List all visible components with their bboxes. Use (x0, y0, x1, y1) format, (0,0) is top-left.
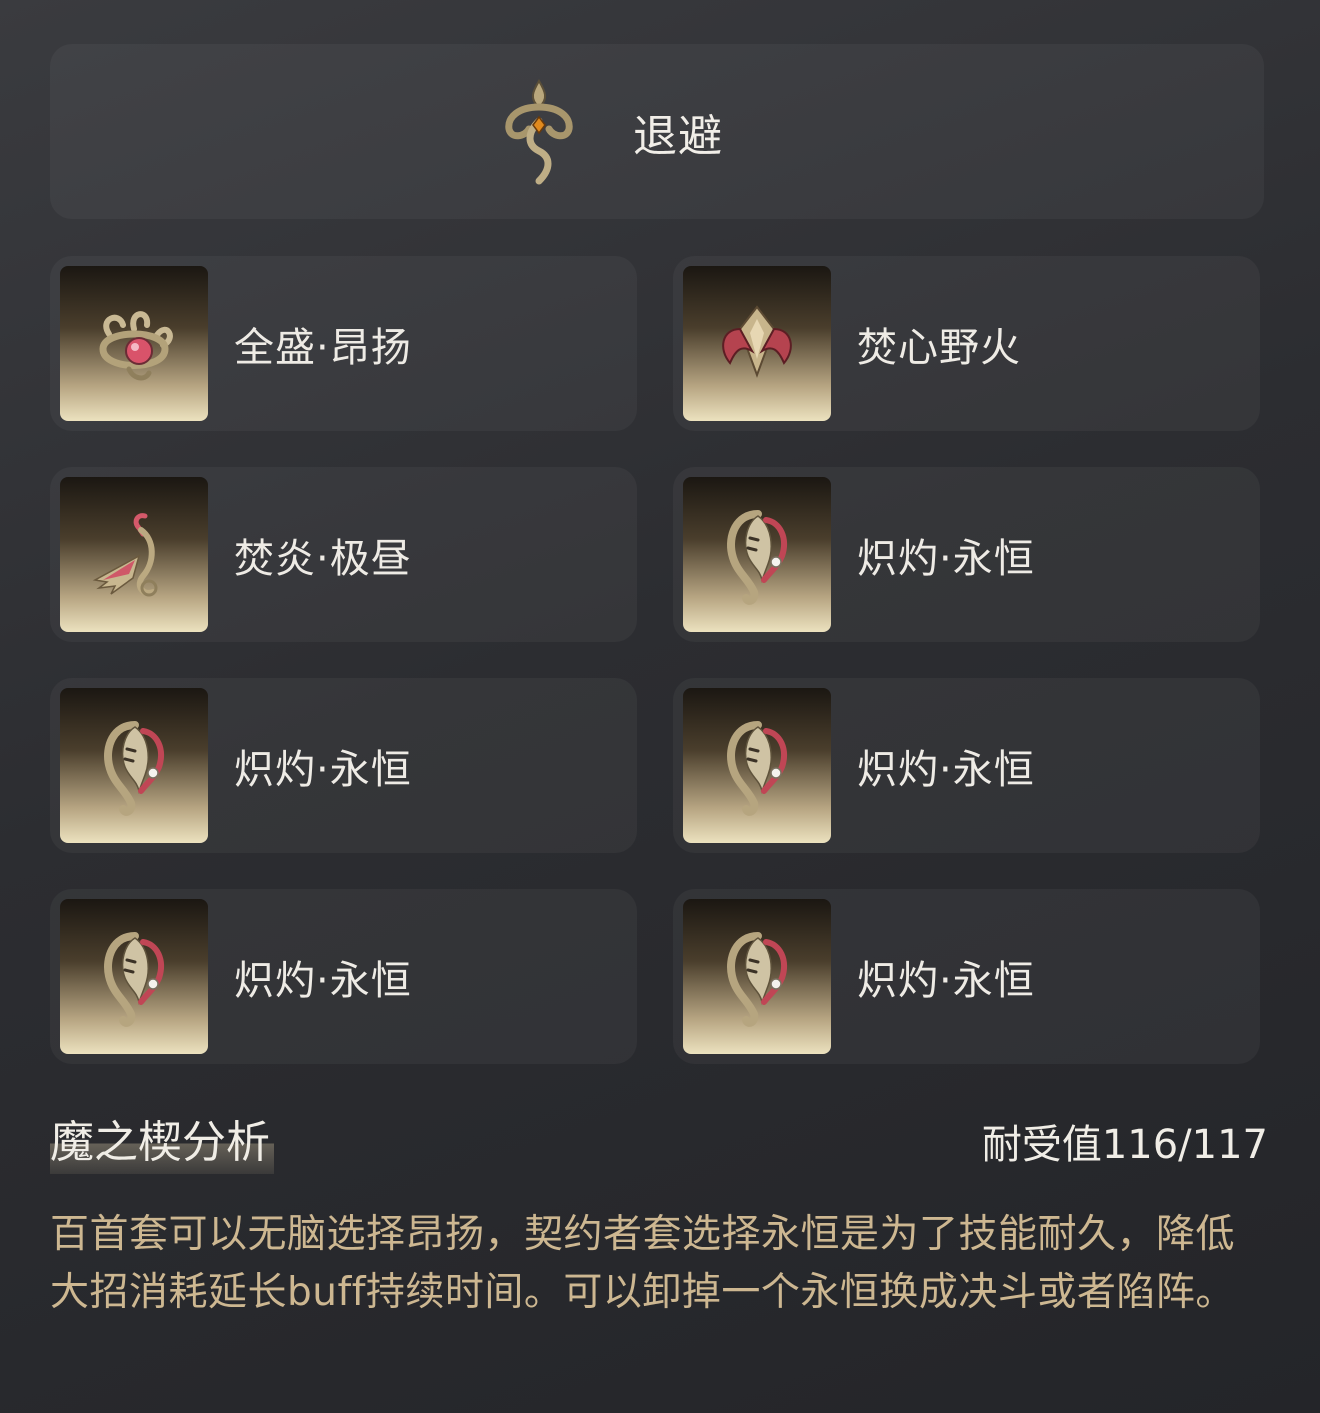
endurance-value: 耐受值116/117 (981, 1122, 1268, 1168)
item-label: 焚心野火 (857, 324, 1021, 371)
serpent-emblem-icon (499, 77, 579, 187)
item-label: 全盛·昂扬 (234, 324, 412, 371)
phoenix-icon (92, 512, 158, 596)
item-card[interactable]: 炽灼·永恒 (50, 889, 637, 1064)
item-card[interactable]: 焚炎·极昼 (50, 467, 637, 642)
item-card[interactable]: 炽灼·永恒 (50, 678, 637, 853)
item-thumbnail (683, 477, 831, 632)
item-card[interactable]: 炽灼·永恒 (673, 889, 1260, 1064)
item-label: 炽灼·永恒 (857, 746, 1035, 793)
item-thumbnail (60, 266, 208, 421)
multi-head-serpent-icon (99, 310, 173, 380)
mask-curl-icon (104, 720, 164, 816)
item-thumbnail (60, 688, 208, 843)
item-card[interactable]: 全盛·昂扬 (50, 256, 637, 431)
item-label: 焚炎·极昼 (234, 535, 412, 582)
item-thumbnail (683, 688, 831, 843)
mask-curl-icon (727, 509, 787, 605)
header-title: 退避 (633, 110, 723, 162)
item-label: 炽灼·永恒 (234, 746, 412, 793)
item-card[interactable]: 炽灼·永恒 (673, 467, 1260, 642)
item-thumbnail (683, 899, 831, 1054)
item-card[interactable]: 焚心野火 (673, 256, 1260, 431)
item-thumbnail (60, 899, 208, 1054)
header-card[interactable]: 退避 (50, 44, 1264, 219)
mask-curl-icon (104, 931, 164, 1027)
item-label: 炽灼·永恒 (857, 535, 1035, 582)
item-label: 炽灼·永恒 (234, 957, 412, 1004)
item-label: 炽灼·永恒 (857, 957, 1035, 1004)
item-thumbnail (60, 477, 208, 632)
mask-curl-icon (727, 931, 787, 1027)
page: 退避 全盛·昂扬 焚心野火 焚炎·极昼 炽灼·永恒 炽灼·永恒 炽灼·永恒 炽灼… (0, 0, 1320, 1413)
analysis-text: 百首套可以无脑选择昂扬，契约者套选择永恒是为了技能耐久，降低大招消耗延长buff… (50, 1212, 1236, 1315)
flame-crest-icon (722, 304, 792, 378)
item-card[interactable]: 炽灼·永恒 (673, 678, 1260, 853)
analysis-title: 魔之楔分析 (50, 1106, 274, 1174)
mask-curl-icon (727, 720, 787, 816)
item-thumbnail (683, 266, 831, 421)
item-grid: 全盛·昂扬 焚心野火 焚炎·极昼 炽灼·永恒 炽灼·永恒 炽灼·永恒 炽灼·永恒… (50, 256, 1260, 1064)
